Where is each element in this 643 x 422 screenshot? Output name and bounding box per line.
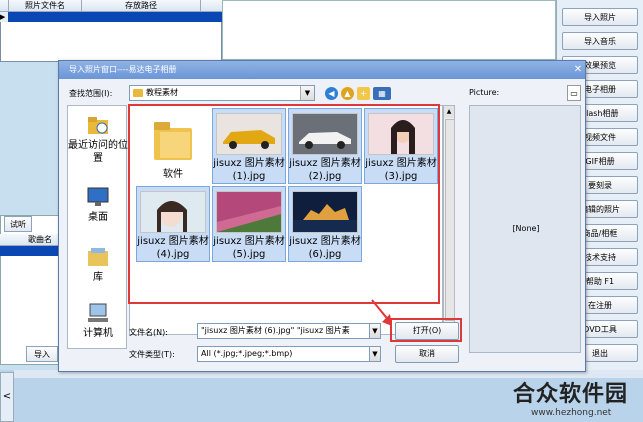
col-path[interactable]: 存放路径 [82,0,201,12]
row-marker: ▶ [0,12,8,22]
filetype-label: 文件类型(T): [129,350,175,359]
arrow-icon [371,299,392,326]
libraries-icon [86,246,110,268]
view-menu-icon[interactable]: ▦ [373,87,391,100]
scroll-thumb[interactable] [445,119,455,321]
selection-highlight-box [128,104,440,304]
song-name-header[interactable]: 歌曲名 [0,234,60,246]
watermark-brand: 合众软件园 [513,382,629,407]
import-music-button[interactable]: 导入音乐 [562,32,638,50]
open-button-highlight [390,318,462,342]
picture-preview: [None] [469,105,581,353]
file-list-scrollbar[interactable]: ▲ ▼ [443,105,455,335]
close-icon[interactable]: ✕ [572,64,584,76]
up-folder-icon[interactable]: ▲ [341,87,354,100]
table-row[interactable] [0,12,222,22]
computer-icon [86,302,110,324]
watermark: 合众软件园 www.hezhong.net [513,376,643,422]
place-computer[interactable]: 计算机 [68,302,128,340]
header-spacer [0,0,9,12]
place-libraries[interactable]: 库 [68,246,128,284]
preview-area [222,0,556,60]
listen-button[interactable]: 试听 [4,216,32,232]
document-icon[interactable]: ▭ [567,85,581,101]
watermark-url: www.hezhong.net [531,408,612,418]
place-recent[interactable]: 最近访问的位置 [68,114,128,165]
place-desktop[interactable]: 桌面 [68,186,128,224]
chevron-down-icon[interactable]: ▼ [369,346,381,362]
place-libraries-label: 库 [93,272,103,283]
places-bar: 最近访问的位置 桌面 库 计算机 [67,105,128,349]
look-in-value: 教程素材 [146,88,178,97]
scroll-left-button[interactable]: < [0,372,14,422]
scroll-up-icon[interactable]: ▲ [444,106,454,118]
place-desktop-label: 桌面 [88,212,108,223]
place-recent-label: 最近访问的位置 [68,140,128,164]
chevron-down-icon[interactable]: ▼ [300,86,314,100]
col-filename[interactable]: 照片文件名 [9,0,82,12]
look-in-label: 查找范围(I): [69,89,113,98]
filename-label: 文件名(N): [129,328,168,337]
import-song-button[interactable]: 导入 [26,346,58,362]
picture-label: Picture: [469,88,500,97]
folder-icon [133,89,143,97]
dialog-title: 导入照片窗口----易达电子相册 [59,61,585,79]
recent-places-icon [86,114,110,136]
photo-table-header: 照片文件名 存放路径 [0,0,222,12]
preview-none-text: [None] [512,224,540,233]
new-folder-icon[interactable]: + [357,87,370,100]
import-photo-button[interactable]: 导入照片 [562,8,638,26]
filetype-dropdown[interactable]: All (*.jpg;*.jpeg;*.bmp) [197,346,381,362]
back-icon[interactable]: ◀ [325,87,338,100]
cancel-button[interactable]: 取消 [395,345,459,363]
filename-input[interactable]: "jisuxz 图片素材 (6).jpg" "jisuxz 图片素 [197,323,381,339]
look-in-dropdown[interactable]: 教程素材 ▼ [129,85,315,101]
desktop-icon [86,186,110,208]
place-computer-label: 计算机 [83,328,113,339]
song-row[interactable] [0,246,60,256]
